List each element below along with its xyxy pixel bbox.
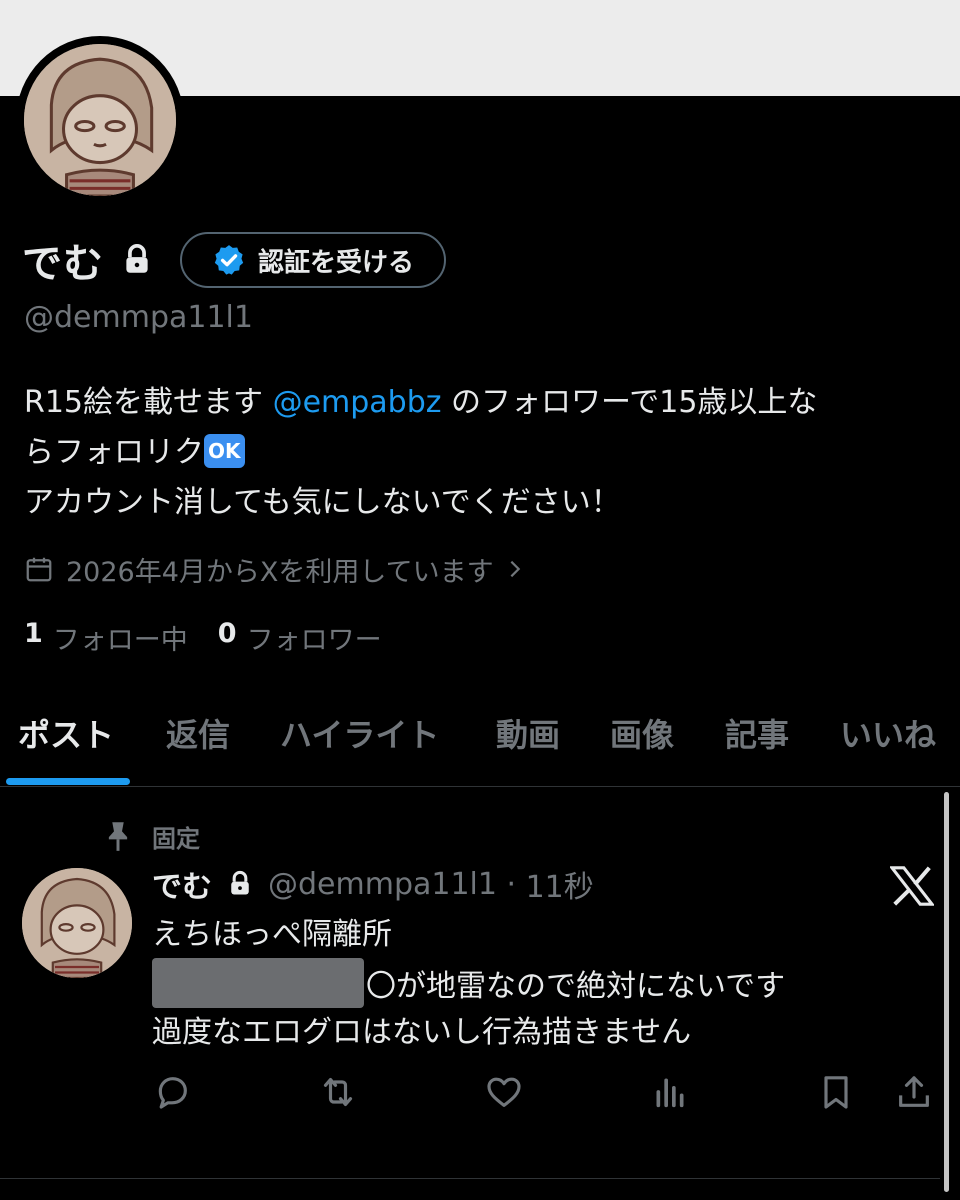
post-text: えちほっぺ隔離所 〇が地雷なので絶対にないです 過度なエログロはないし行為描きま… bbox=[152, 912, 785, 1056]
joined-date[interactable]: 2026年4月からXを利用しています bbox=[24, 548, 538, 590]
tab-posts[interactable]: ポスト bbox=[18, 710, 114, 756]
post-line: 〇が地雷なので絶対にないです bbox=[366, 969, 786, 1004]
redacted-text bbox=[152, 958, 364, 1008]
profile-tabs: ポスト 返信 ハイライト 動画 画像 記事 いいね bbox=[0, 700, 960, 786]
followers-label[interactable]: フォロワー bbox=[247, 618, 382, 657]
lock-icon bbox=[126, 244, 148, 273]
pin-icon bbox=[108, 822, 128, 851]
like-icon[interactable] bbox=[484, 1072, 524, 1112]
get-verified-label: 認証を受ける bbox=[258, 247, 415, 278]
divider bbox=[0, 786, 960, 787]
post-timestamp[interactable]: 11秒 bbox=[526, 862, 594, 906]
following-count[interactable]: 1 bbox=[24, 618, 43, 657]
tab-images[interactable]: 画像 bbox=[610, 710, 674, 756]
tab-highlights[interactable]: ハイライト bbox=[280, 710, 439, 756]
profile-bio: R15絵を載せます @empabbz のフォロワーで15歳以上な らフォロリク O… bbox=[24, 378, 944, 528]
profile-name-row: でむ 認証を受ける bbox=[22, 232, 447, 288]
bio-text: アカウント消しても気にしないでください！ bbox=[24, 485, 621, 520]
bio-text: のフォロワーで15歳以上な bbox=[441, 385, 818, 420]
x-logo-icon bbox=[890, 866, 934, 906]
post-avatar[interactable] bbox=[22, 868, 132, 978]
bio-mention-link[interactable]: @empabbz bbox=[273, 385, 442, 420]
tab-articles[interactable]: 記事 bbox=[725, 710, 789, 756]
profile-handle: @demmpa11l1 bbox=[24, 300, 253, 335]
avatar-illustration bbox=[24, 44, 176, 196]
profile-avatar[interactable] bbox=[16, 36, 184, 204]
ok-emoji: OK bbox=[204, 434, 245, 468]
get-verified-button[interactable]: 認証を受ける bbox=[180, 232, 447, 288]
scrollbar[interactable] bbox=[944, 792, 949, 1192]
post-author-handle[interactable]: @demmpa11l1 bbox=[268, 867, 497, 902]
pinned-indicator: 固定 bbox=[104, 818, 200, 854]
views-icon[interactable] bbox=[650, 1072, 690, 1112]
divider bbox=[0, 1178, 940, 1179]
bio-text: らフォロリク bbox=[24, 435, 204, 470]
active-tab-indicator bbox=[6, 778, 130, 785]
pinned-label: 固定 bbox=[152, 824, 200, 853]
post-author-name[interactable]: でむ bbox=[152, 862, 212, 906]
following-label[interactable]: フォロー中 bbox=[53, 618, 188, 657]
verified-badge-icon bbox=[214, 245, 244, 275]
bio-text: R15絵を載せます bbox=[24, 385, 273, 420]
profile-display-name: でむ bbox=[22, 241, 104, 287]
post-line: えちほっぺ隔離所 bbox=[152, 917, 392, 952]
repost-icon[interactable] bbox=[318, 1072, 358, 1112]
calendar-icon bbox=[26, 557, 52, 582]
followers-count[interactable]: 0 bbox=[218, 618, 237, 657]
tab-likes[interactable]: いいね bbox=[840, 710, 936, 756]
share-icon[interactable] bbox=[894, 1072, 934, 1112]
post-separator: · bbox=[496, 866, 526, 902]
post-header: でむ @demmpa11l1 · 11秒 bbox=[152, 862, 594, 906]
joined-label: 2026年4月からXを利用しています bbox=[66, 556, 494, 588]
post-actions bbox=[152, 1072, 942, 1116]
tab-replies[interactable]: 返信 bbox=[166, 710, 230, 756]
post-line: 過度なエログロはないし行為描きません bbox=[152, 1015, 692, 1050]
bookmark-icon[interactable] bbox=[816, 1072, 856, 1112]
lock-icon bbox=[231, 870, 249, 895]
tab-videos[interactable]: 動画 bbox=[496, 710, 560, 756]
follow-stats: 1 フォロー中 0 フォロワー bbox=[24, 618, 412, 657]
chevron-right-icon bbox=[510, 560, 520, 578]
reply-icon[interactable] bbox=[152, 1072, 192, 1112]
